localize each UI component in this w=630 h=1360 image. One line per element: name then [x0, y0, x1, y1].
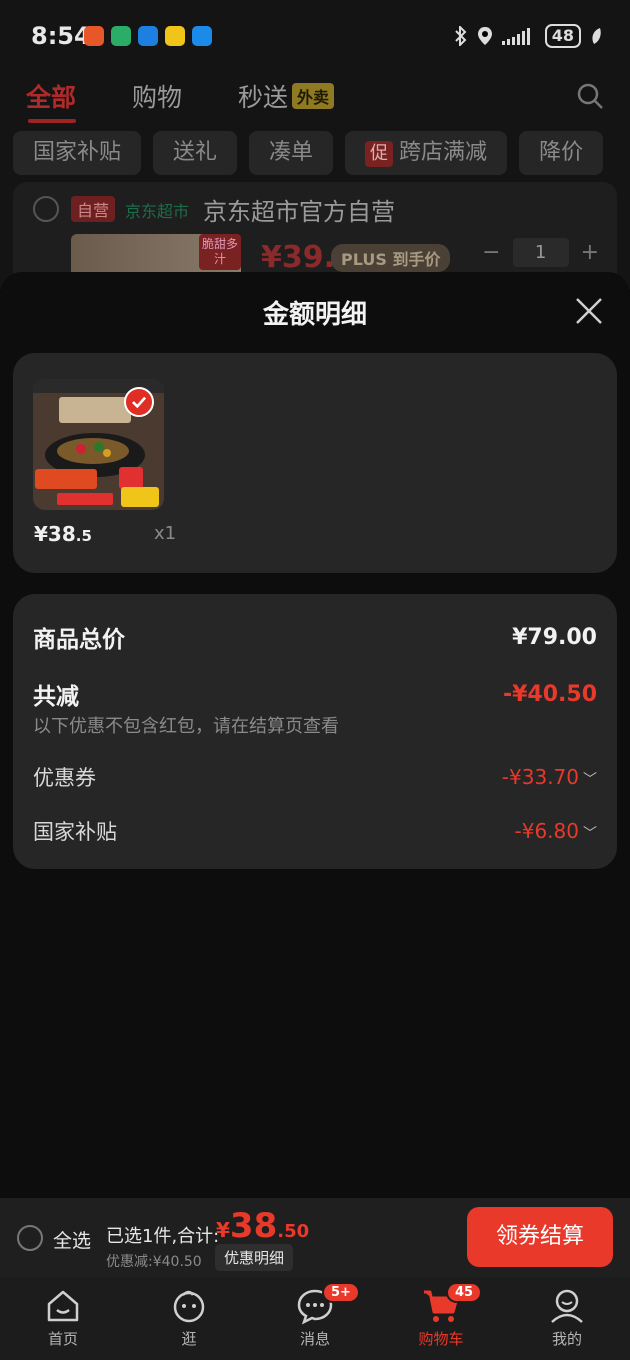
- promo-badge: 促: [365, 141, 394, 167]
- search-icon[interactable]: [576, 82, 604, 110]
- signal-icon: [501, 28, 530, 45]
- app-notification-icon: [84, 26, 104, 46]
- tab-home[interactable]: 首页: [0, 1278, 126, 1360]
- system-status: 48: [454, 24, 602, 48]
- subsidy-row[interactable]: 国家补贴 -¥6.80 ﹀: [33, 816, 597, 846]
- coupon-value: -¥33.70: [501, 765, 579, 789]
- increment-button[interactable]: +: [581, 240, 599, 265]
- selected-items-panel: ¥38.5 x1: [13, 353, 617, 573]
- chevron-down-icon[interactable]: ﹀: [583, 772, 597, 788]
- coupon-label: 优惠券: [33, 766, 96, 790]
- coupon-amount: -¥33.70 ﹀: [502, 765, 597, 789]
- shop-select-radio[interactable]: [33, 196, 59, 222]
- item-price-int: ¥38: [34, 522, 76, 546]
- tab-instant-delivery-label: 秒送: [238, 83, 289, 112]
- coupon-row[interactable]: 优惠券 -¥33.70 ﹀: [33, 762, 597, 792]
- filter-price-drop[interactable]: 降价: [519, 131, 604, 175]
- quantity-stepper: − 1 +: [482, 238, 599, 267]
- app-notification-icon: [138, 26, 158, 46]
- select-all-label[interactable]: 全选: [53, 1226, 91, 1253]
- item-quantity: x1: [154, 523, 177, 544]
- chevron-down-icon[interactable]: ﹀: [583, 826, 597, 842]
- checkout-bar: 全选 已选1件,合计: ¥38.50 优惠减:¥40.50 优惠明细 领券结算: [0, 1198, 630, 1278]
- tab-instant-delivery[interactable]: 秒送 外卖: [238, 78, 335, 114]
- status-time: 8:54: [31, 22, 91, 50]
- browse-icon: [173, 1290, 205, 1323]
- bottom-tab-bar: 首页 逛 消息 5+ 购物车 45 我的: [0, 1278, 630, 1360]
- subsidy-amount: -¥6.80 ﹀: [515, 819, 597, 843]
- item-price-dec: .5: [75, 527, 92, 545]
- decrement-button[interactable]: −: [482, 240, 500, 265]
- select-all-radio[interactable]: [17, 1225, 43, 1251]
- plus-price-tag: PLUS 到手价: [331, 244, 451, 272]
- total-discount-row: 共减 -¥40.50: [33, 677, 597, 711]
- tab-home-label: 首页: [47, 1330, 78, 1348]
- total-amount: ¥38.50: [216, 1206, 309, 1246]
- checkout-button[interactable]: 领券结算: [467, 1207, 613, 1267]
- product-thumbnail-badge: 脆甜多汁: [199, 234, 241, 270]
- total-price-value: ¥79.00: [512, 624, 597, 650]
- top-tabs: 全部 购物 秒送 外卖: [26, 78, 390, 123]
- price-summary-panel: 商品总价 ¥79.00 共减 -¥40.50 以下优惠不包含红包，请在结算页查看…: [13, 594, 617, 869]
- amount-detail-sheet: 金额明细 ¥38.5 x1 商品总价 ¥79.00 共减 -¥40.50 以下优…: [0, 272, 630, 1198]
- tab-cart[interactable]: 购物车 45: [378, 1278, 504, 1360]
- selected-summary: 已选1件,合计:: [106, 1226, 220, 1247]
- self-operated-tag: 自营: [71, 196, 116, 222]
- item-price: ¥38.5: [34, 522, 92, 546]
- filter-national-subsidy[interactable]: 国家补贴: [13, 131, 142, 175]
- app-notification-icon: [192, 26, 212, 46]
- tab-profile-label: 我的: [551, 1330, 582, 1348]
- filter-cross-store-label: 跨店满减: [399, 140, 488, 165]
- shop-name-link[interactable]: 京东超市官方自营: [203, 192, 395, 227]
- cart-count-badge: 45: [446, 1282, 483, 1303]
- location-icon: [477, 27, 492, 45]
- bluetooth-icon: [455, 26, 467, 46]
- discount-summary: 优惠减:¥40.50: [106, 1254, 202, 1270]
- notification-icons: [84, 26, 212, 46]
- takeout-badge: 外卖: [292, 83, 335, 109]
- home-icon: [47, 1290, 79, 1322]
- total-discount-value: -¥40.50: [502, 681, 597, 707]
- leaf-icon: [592, 28, 601, 44]
- message-count-badge: 5+: [322, 1282, 360, 1303]
- total-amount-int: 38: [229, 1206, 278, 1246]
- filter-bundle[interactable]: 凑单: [249, 131, 334, 175]
- tab-all[interactable]: 全部: [26, 78, 77, 123]
- tab-browse[interactable]: 逛: [126, 1278, 252, 1360]
- subsidy-value: -¥6.80: [514, 819, 579, 843]
- total-price-row: 商品总价 ¥79.00: [33, 620, 597, 654]
- wechat-icon: [111, 26, 131, 46]
- filter-cross-store[interactable]: 促跨店满减: [345, 131, 508, 175]
- discount-note: 以下优惠不包含红包，请在结算页查看: [33, 716, 339, 737]
- discount-detail-button[interactable]: 优惠明细: [215, 1244, 294, 1271]
- close-icon[interactable]: [574, 296, 604, 326]
- status-bar: 8:54 48: [0, 0, 630, 72]
- selected-check-icon[interactable]: [124, 387, 154, 417]
- sheet-title: 金额明细: [262, 300, 367, 330]
- filter-gift[interactable]: 送礼: [153, 131, 238, 175]
- filter-chips: 国家补贴 送礼 凑单 促跨店满减 降价: [13, 131, 604, 175]
- quantity-value[interactable]: 1: [512, 238, 569, 267]
- tab-messages-label: 消息: [299, 1330, 330, 1348]
- tab-messages[interactable]: 消息 5+: [252, 1278, 378, 1360]
- market-tag: 京东超市: [125, 202, 190, 221]
- profile-icon: [551, 1289, 583, 1323]
- total-price-label: 商品总价: [33, 627, 125, 653]
- tab-browse-label: 逛: [181, 1330, 197, 1348]
- total-discount-label: 共减: [33, 684, 79, 710]
- total-currency: ¥: [216, 1218, 230, 1242]
- tab-cart-label: 购物车: [418, 1330, 464, 1348]
- tab-profile[interactable]: 我的: [504, 1278, 630, 1360]
- app-notification-icon: [165, 26, 185, 46]
- subsidy-label: 国家补贴: [33, 820, 117, 844]
- tab-shopping[interactable]: 购物: [132, 78, 182, 114]
- battery-indicator: 48: [544, 24, 581, 48]
- total-amount-dec: .50: [277, 1221, 310, 1242]
